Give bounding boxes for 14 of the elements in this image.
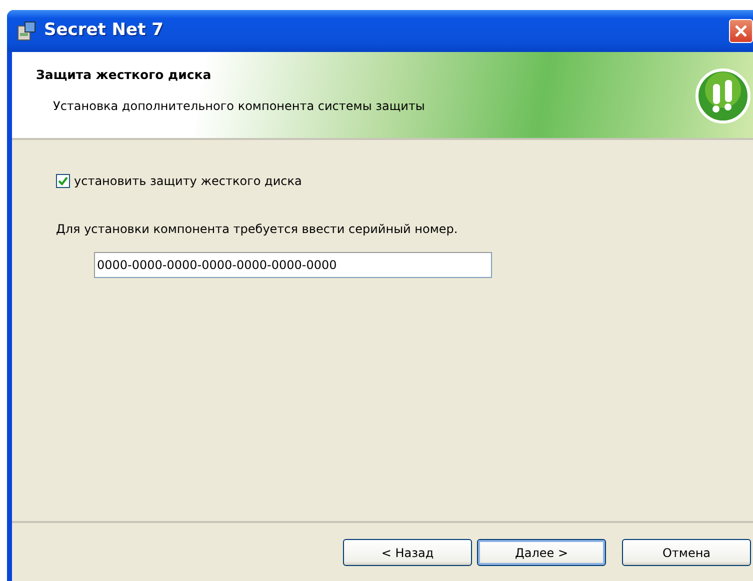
header-title: Защита жесткого диска <box>36 66 212 84</box>
close-icon <box>734 24 748 38</box>
dialog-button[interactable]: Далее > <box>477 539 606 566</box>
installer-icon <box>16 20 38 42</box>
checkbox[interactable] <box>56 174 70 188</box>
exclamation-logo-icon <box>695 68 751 124</box>
checkbox-label[interactable]: установить защиту жесткого диска <box>74 172 302 190</box>
serial-prompt: Для установки компонента требуется ввести серийный номер. <box>56 222 458 236</box>
close-button[interactable] <box>729 19 753 43</box>
dialog-button[interactable]: Отмена <box>622 539 751 566</box>
header-subtitle: Установка дополнительного компонента системы защиты <box>52 98 425 115</box>
serial-number-field[interactable]: 0000-0000-0000-0000-0000-0000-0000 <box>94 252 492 278</box>
dialog-button[interactable]: < Назад <box>343 539 472 566</box>
window-title: Secret Net 7 <box>44 19 164 42</box>
